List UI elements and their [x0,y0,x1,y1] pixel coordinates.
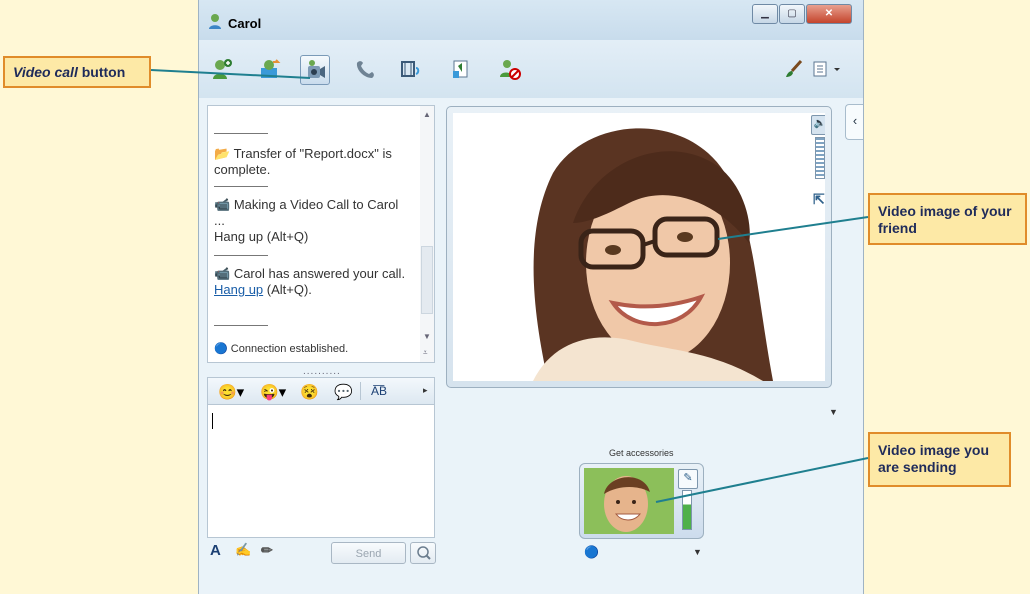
self-video-frame: ✎ [579,463,704,539]
scroll-end-arrow[interactable]: ⩡ [423,348,428,358]
activities-button[interactable] [396,55,426,85]
video-call-icon: 📹 [214,197,231,212]
callout-video-call: Video call button [3,56,151,88]
self-video [584,468,674,534]
video-call-icon: 📹 [214,266,231,281]
close-button[interactable]: ✕ [806,4,852,24]
callout-rest: button [77,64,126,80]
conversation-scrollbar[interactable]: ▲ ▼ ⩡ [420,106,434,362]
more-arrow-icon[interactable]: ▸ [423,385,428,396]
friend-video-frame: 🔈 ⇱ [446,106,832,388]
emoticon-toolbar: 😊▾ 😜▾ 😵 💬 A͞B ▸ [207,377,435,405]
volume-button[interactable]: 🔈 [811,115,825,135]
splitter-grip[interactable]: .......... [303,366,341,377]
friend-face-image [453,113,825,381]
font-style-icon[interactable]: A͞B [371,384,387,398]
message-input[interactable] [207,405,435,538]
separator [214,255,268,256]
scroll-up-arrow[interactable]: ▲ [423,110,431,119]
nudge-icon[interactable]: 😵 [300,383,319,401]
separator [214,186,268,187]
compose-toolbar: A ✍ ✏ Send [207,540,437,568]
video-call-icon [308,60,325,78]
share-folders-button[interactable] [255,55,285,85]
collapse-pane-button[interactable]: ‹ [845,104,863,140]
webcam-options-arrow[interactable]: ▼ [693,547,702,557]
status-line: 🔵 Connection established. [214,342,348,355]
video-call-button[interactable] [300,55,330,85]
separator [214,325,268,326]
minimize-button[interactable]: ▁ [752,4,778,24]
video-options-arrow[interactable]: ▼ [829,407,838,417]
page-background [862,0,1030,594]
volume-slider[interactable] [815,137,825,179]
message-text: Making a Video Call to Carol ... [214,197,399,228]
callout-italic: Video call [13,64,78,80]
microphone-slider[interactable] [682,490,692,530]
text-caret [212,413,213,429]
callout-friend-video: Video image of your friend [868,193,1027,245]
paintbrush-icon [786,59,803,77]
callout-self-video: Video image you are sending [868,432,1011,487]
hang-up-link[interactable]: Hang up [214,282,263,297]
scroll-down-arrow[interactable]: ▼ [423,332,431,341]
block-button[interactable] [495,55,525,85]
games-icon [453,60,468,78]
block-contact-icon [500,60,521,80]
status-text: Connection established. [230,343,349,355]
show-menu-button[interactable] [807,55,847,85]
message-sub: Hang up (Alt+Q) [214,229,309,244]
wink-icon[interactable]: 😜▾ [260,383,286,401]
toolbar [199,40,863,98]
toolbar-divider [360,382,361,400]
webcam-icon[interactable]: 🔵 [584,545,599,559]
voice-clip-icon[interactable]: 💬 [334,383,353,401]
message-text: Transfer of "Report.docx" is complete. [214,146,392,177]
search-button[interactable] [410,542,436,564]
folder-icon: 📂 [214,146,231,161]
games-button[interactable] [446,55,476,85]
message-suffix: (Alt+Q). [263,282,312,297]
message-transfer: 📂 Transfer of "Report.docx" is complete. [214,146,410,178]
camera-settings-button[interactable]: ✎ [678,469,698,489]
conversation-history: 📂 Transfer of "Report.docx" is complete.… [207,105,435,363]
get-accessories-link[interactable]: Get accessories [609,448,674,458]
title-bar: Carol ▁ ▢ ✕ [199,0,863,40]
phone-icon [356,61,374,78]
window-title: Carol [228,16,262,31]
popout-icon[interactable]: ⇱ [813,191,825,208]
search-icon [417,546,431,560]
share-icon [261,59,281,78]
maximize-button[interactable]: ▢ [779,4,805,24]
handwriting-icon[interactable]: ✍ [235,542,251,564]
send-button[interactable]: Send [331,542,406,564]
theme-button[interactable] [779,55,809,85]
separator [214,133,268,134]
friend-video: 🔈 ⇱ [453,113,825,381]
menu-icon [813,61,840,77]
buddy-icon [209,14,221,29]
call-button[interactable] [350,55,380,85]
message-making-call: 📹 Making a Video Call to Carol ... Hang … [214,197,410,245]
activities-icon [401,61,420,77]
conversation-window: Carol ▁ ▢ ✕ 📂 Transfer of "Report.docx" … [198,0,864,594]
invite-button[interactable] [207,55,237,85]
webcam-icon: 🔵 [214,343,228,355]
pen-icon[interactable]: ✏ [261,542,273,564]
add-contact-icon [213,59,232,79]
message-answered: 📹 Carol has answered your call. Hang up … [214,266,410,298]
scrollbar-thumb[interactable] [421,246,433,314]
self-face-image [584,468,674,534]
font-icon[interactable]: A [210,542,221,564]
message-text: Carol has answered your call. [233,266,406,281]
emoticon-icon[interactable]: 😊▾ [218,383,244,401]
